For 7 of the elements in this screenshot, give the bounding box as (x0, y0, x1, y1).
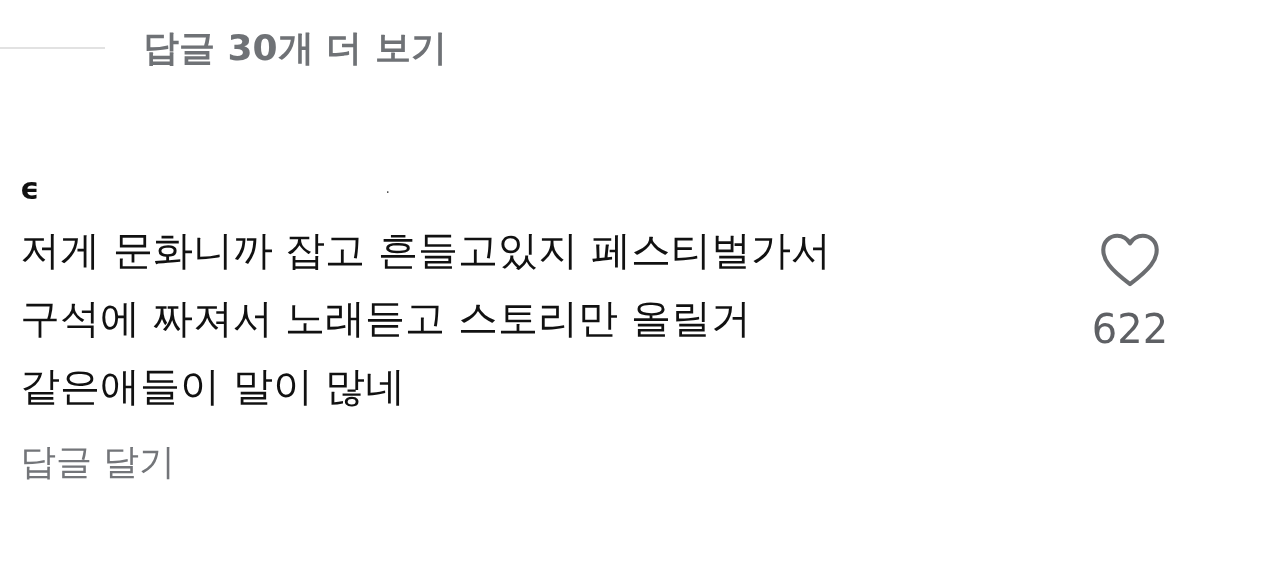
comment-text: 저게 문화니까 잡고 흔들고있지 페스티벌가서 구석에 짜져서 노래듣고 스토리만 올릴거 같은애들이 말이 많네 (20, 226, 832, 411)
like-count: 622 (1091, 306, 1169, 352)
username-end: . (385, 180, 390, 196)
heart-icon[interactable] (1099, 232, 1161, 288)
reply-link[interactable]: 답글 달기 (20, 438, 176, 487)
view-more-replies-link[interactable]: 답글 30개 더 보기 (143, 23, 447, 73)
username[interactable]: ϵ (20, 170, 40, 206)
